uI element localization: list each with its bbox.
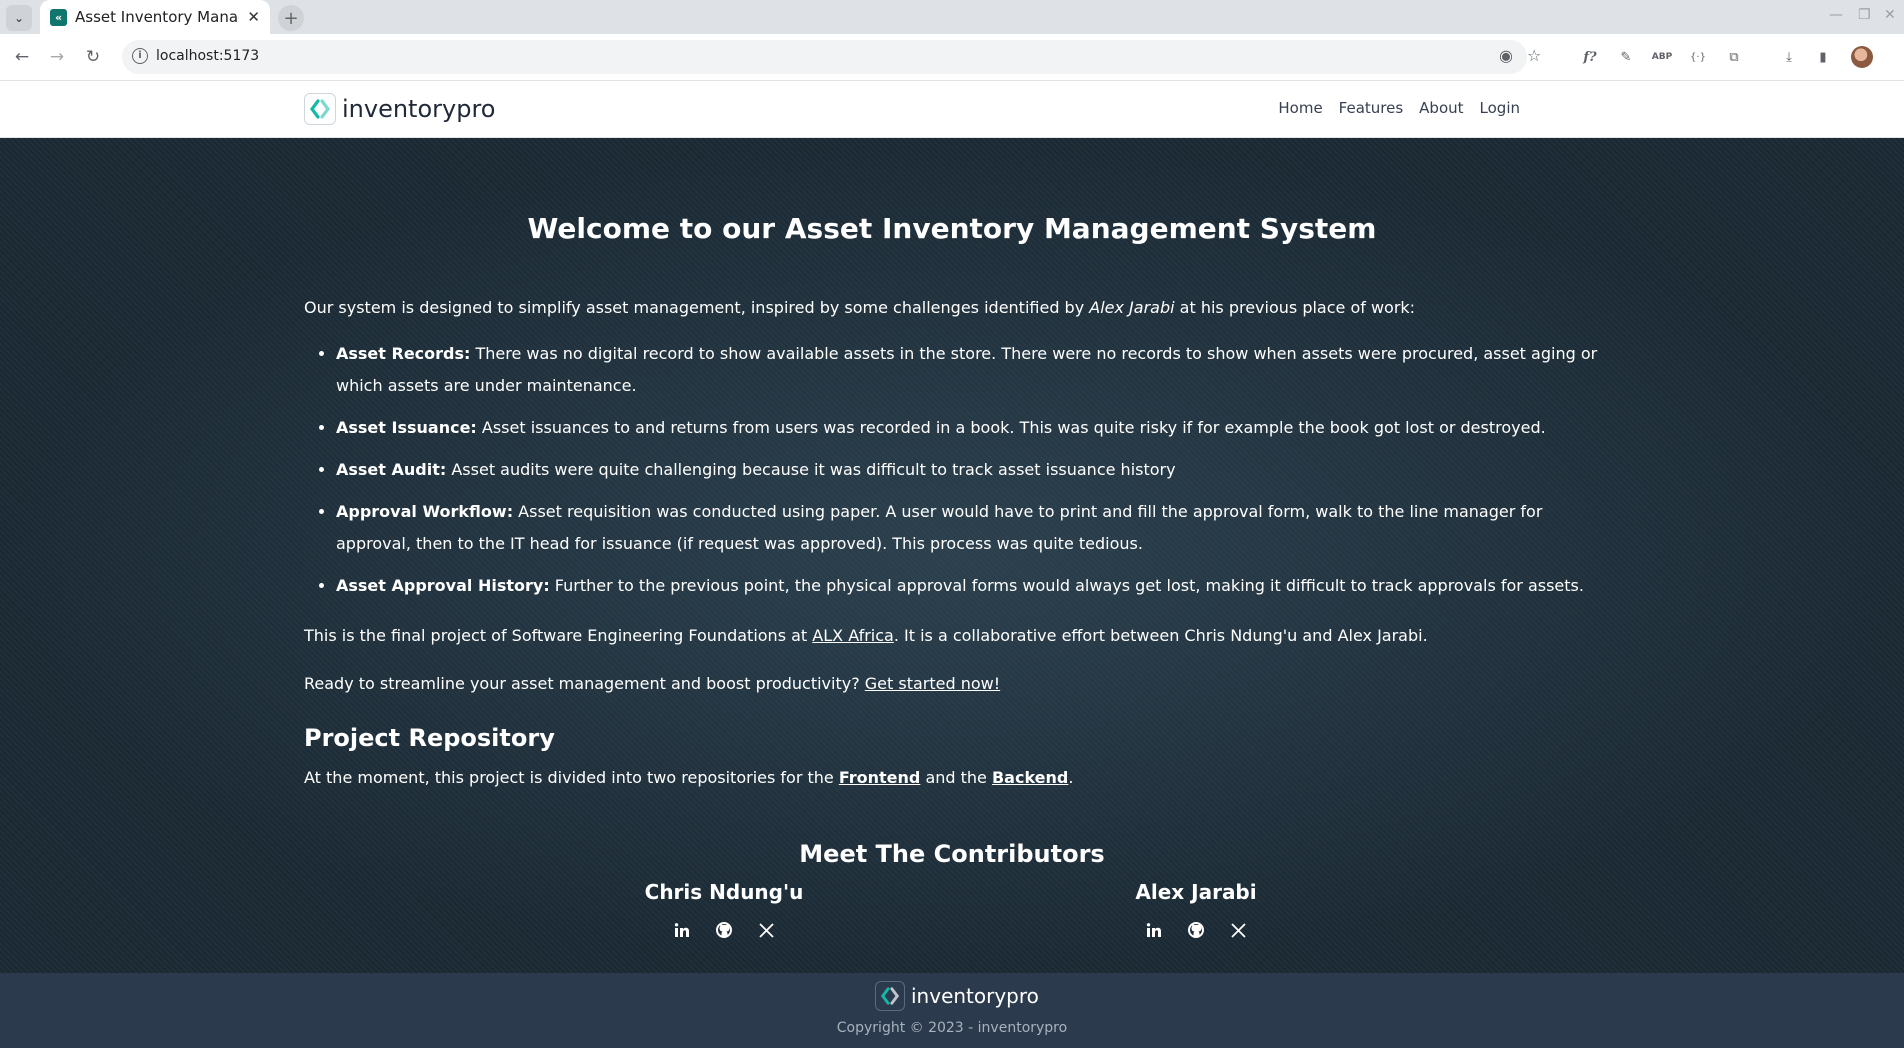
intro-text-end: at his previous place of work: xyxy=(1174,298,1416,317)
backend-link[interactable]: Backend xyxy=(992,768,1068,787)
list-item: Asset Records: There was no digital reco… xyxy=(336,338,1600,402)
list-item: Asset Approval History: Further to the p… xyxy=(336,570,1600,602)
footer-brand[interactable]: inventorypro xyxy=(875,981,1039,1011)
browser-tab[interactable]: « Asset Inventory Management ✕ xyxy=(40,0,270,34)
item-title: Asset Audit: xyxy=(336,460,447,479)
copyright-text: Copyright © 2023 - inventorypro xyxy=(836,1020,1068,1036)
contributors-heading: Meet The Contributors xyxy=(799,840,1105,868)
x-icon[interactable] xyxy=(1228,920,1248,940)
nav-features[interactable]: Features xyxy=(1339,99,1404,117)
close-window-icon[interactable]: ✕ xyxy=(1884,7,1896,23)
social-links xyxy=(644,920,804,940)
url-text[interactable]: localhost:5173 xyxy=(156,48,259,64)
puzzle-extensions-icon[interactable]: ⧉ xyxy=(1723,46,1745,68)
browser-tabstrip: ⌄ « Asset Inventory Management ✕ + — ❐ ✕ xyxy=(0,0,1904,34)
site-header: inventorypro Home Features About Login xyxy=(0,81,1904,138)
item-text: Asset audits were quite challenging beca… xyxy=(446,460,1176,479)
intro-name: Alex Jarabi xyxy=(1089,298,1175,317)
nav-about[interactable]: About xyxy=(1419,99,1463,117)
project-paragraph: This is the final project of Software En… xyxy=(304,626,1428,645)
item-text: Further to the previous point, the physi… xyxy=(549,576,1584,595)
repo-text: At the moment, this project is divided i… xyxy=(304,768,839,787)
alx-africa-link[interactable]: ALX Africa xyxy=(812,626,894,645)
github-icon[interactable] xyxy=(1186,920,1206,940)
code-extension-icon[interactable]: {·} xyxy=(1687,46,1709,68)
repo-heading: Project Repository xyxy=(304,724,555,752)
repo-text-end: . xyxy=(1068,768,1074,787)
page-title: Welcome to our Asset Inventory Managemen… xyxy=(527,212,1377,245)
hero-section: Welcome to our Asset Inventory Managemen… xyxy=(0,138,1904,973)
contributor-name: Alex Jarabi xyxy=(1135,880,1257,904)
side-panel-icon[interactable]: ▮ xyxy=(1812,46,1834,68)
intro-text: Our system is designed to simplify asset… xyxy=(304,298,1090,317)
frontend-link[interactable]: Frontend xyxy=(839,768,921,787)
address-bar[interactable]: i localhost:5173 ◉ ☆ xyxy=(122,40,1541,74)
footer-logo-icon xyxy=(875,981,905,1011)
list-item: Approval Workflow: Asset requisition was… xyxy=(336,496,1600,560)
item-title: Asset Approval History: xyxy=(336,576,550,595)
tab-close-icon[interactable]: ✕ xyxy=(247,8,260,26)
get-started-link[interactable]: Get started now! xyxy=(865,674,1000,693)
repo-text-mid: and the xyxy=(920,768,992,787)
brand-logo[interactable]: inventorypro xyxy=(304,93,495,125)
final-text-end: . It is a collaborative effort between C… xyxy=(893,626,1428,645)
nav-login[interactable]: Login xyxy=(1480,99,1520,117)
restore-icon[interactable]: ❐ xyxy=(1858,7,1871,23)
item-text: Asset issuances to and returns from user… xyxy=(476,418,1546,437)
final-text: This is the final project of Software En… xyxy=(304,626,813,645)
list-item: Asset Issuance: Asset issuances to and r… xyxy=(336,412,1600,444)
challenges-list: Asset Records: There was no digital reco… xyxy=(304,338,1600,612)
site-footer: inventorypro Copyright © 2023 - inventor… xyxy=(0,973,1904,1048)
back-icon[interactable]: ← xyxy=(9,44,35,70)
profile-avatar[interactable] xyxy=(1851,46,1873,68)
item-title: Asset Records: xyxy=(336,344,471,363)
browser-toolbar: ← → ↻ i localhost:5173 ◉ ☆ f? ✎ ABP {·} … xyxy=(0,34,1904,81)
tab-search-icon[interactable]: ⌄ xyxy=(6,5,32,31)
item-title: Asset Issuance: xyxy=(336,418,477,437)
github-icon[interactable] xyxy=(714,920,734,940)
social-links xyxy=(1116,920,1276,940)
nav-home[interactable]: Home xyxy=(1278,99,1322,117)
item-text: There was no digital record to show avai… xyxy=(336,344,1598,395)
reload-icon[interactable]: ↻ xyxy=(80,44,106,70)
adblock-extension-icon[interactable]: ABP xyxy=(1651,46,1673,68)
new-tab-icon[interactable]: + xyxy=(278,5,304,31)
forward-icon[interactable]: → xyxy=(44,44,70,70)
formula-extension-icon[interactable]: f? xyxy=(1579,46,1601,68)
contributor-card: Chris Ndung'u xyxy=(644,880,804,940)
linkedin-icon[interactable] xyxy=(1144,920,1164,940)
item-text: Asset requisition was conducted using pa… xyxy=(336,502,1543,553)
cta-paragraph: Ready to streamline your asset managemen… xyxy=(304,674,1000,693)
bookmark-star-icon[interactable]: ☆ xyxy=(1527,46,1541,65)
eye-icon[interactable]: ◉ xyxy=(1499,46,1513,65)
repo-paragraph: At the moment, this project is divided i… xyxy=(304,768,1073,787)
main-nav: Home Features About Login xyxy=(1278,99,1520,117)
cta-text: Ready to streamline your asset managemen… xyxy=(304,674,865,693)
intro-paragraph: Our system is designed to simplify asset… xyxy=(304,298,1415,317)
logo-icon xyxy=(304,93,336,125)
brand-name: inventorypro xyxy=(342,95,496,123)
x-icon[interactable] xyxy=(756,920,776,940)
pen-extension-icon[interactable]: ✎ xyxy=(1615,46,1637,68)
contributor-name: Chris Ndung'u xyxy=(644,880,804,904)
list-item: Asset Audit: Asset audits were quite cha… xyxy=(336,454,1600,486)
tab-title: Asset Inventory Management xyxy=(75,8,239,26)
contributor-card: Alex Jarabi xyxy=(1116,880,1276,940)
site-info-icon[interactable]: i xyxy=(132,48,148,64)
linkedin-icon[interactable] xyxy=(672,920,692,940)
minimize-icon[interactable]: — xyxy=(1829,7,1843,23)
footer-brand-name: inventorypro xyxy=(911,984,1039,1008)
download-icon[interactable]: ⤓ xyxy=(1778,46,1800,68)
tab-favicon-icon: « xyxy=(50,8,67,26)
item-title: Approval Workflow: xyxy=(336,502,514,521)
